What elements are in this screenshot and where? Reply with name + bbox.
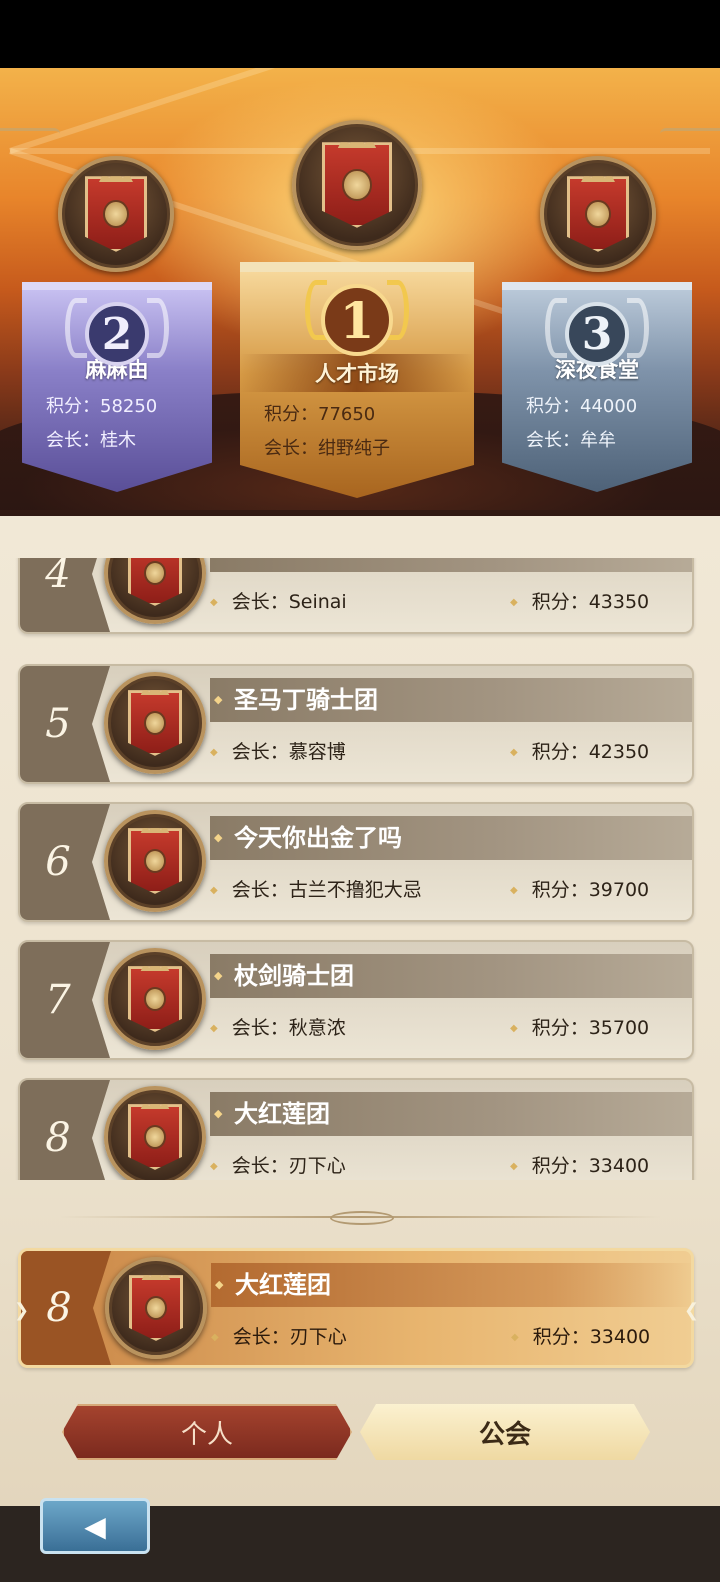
list-item[interactable]: 7 杖剑骑士团 会长：秋意浓 积分：35700	[18, 940, 694, 1060]
laurel-icon	[545, 298, 567, 358]
rank-number: 8	[20, 1080, 110, 1180]
rank-badge: 3	[565, 302, 629, 366]
guild-score: 积分：44000	[526, 396, 638, 417]
tab-personal[interactable]: 个人	[62, 1404, 352, 1460]
back-arrow-icon: ◀	[84, 1509, 106, 1543]
guild-emblem-rank-1[interactable]	[292, 120, 422, 250]
guild-leader: 会长：秋意浓	[210, 1010, 346, 1047]
guild-leader: 会长：Seinai	[210, 584, 347, 621]
guild-name: 今天你出金了吗	[210, 816, 692, 860]
status-bar	[0, 0, 720, 68]
guild-emblem	[104, 948, 206, 1050]
guild-score: 积分：33400	[510, 1148, 649, 1180]
guild-name: 人才市场	[240, 354, 474, 392]
ranking-panel: 4 会长：Seinai 积分：43350 5 圣马丁骑士团 会长：慕容博 积分：…	[0, 516, 720, 1506]
guild-name	[210, 558, 692, 572]
podium-area: 2 麻麻由 积分：58250 会长：桂木 1 人才市场 积分：77650 会长：…	[0, 68, 720, 530]
divider	[60, 1211, 660, 1225]
laurel-icon	[65, 298, 87, 358]
guild-score: 积分：58250	[46, 396, 158, 417]
rank-number: 6	[20, 804, 110, 920]
back-button[interactable]: ◀	[40, 1498, 150, 1554]
guild-score: 积分：33400	[511, 1319, 650, 1356]
list-item[interactable]: 8 大红莲团 会长：刃下心 积分：33400	[18, 1078, 694, 1180]
guild-emblem	[104, 810, 206, 912]
guild-leader: 会长：刃下心	[211, 1319, 347, 1356]
guild-leader: 会长：牟牟	[526, 430, 616, 451]
rank-number: 5	[20, 666, 110, 782]
guild-score: 积分：39700	[510, 872, 649, 909]
rank-number: 4	[20, 558, 110, 632]
rank-number: 8	[21, 1251, 111, 1365]
guild-emblem	[104, 1086, 206, 1180]
guild-leader: 会长：桂木	[46, 430, 136, 451]
ranking-list[interactable]: 4 会长：Seinai 积分：43350 5 圣马丁骑士团 会长：慕容博 积分：…	[0, 558, 720, 1180]
corner-ornament	[660, 128, 720, 188]
rank-number: 7	[20, 942, 110, 1058]
corner-ornament	[0, 128, 60, 188]
guild-leader: 会长：刃下心	[210, 1148, 346, 1180]
podium-card-rank-3[interactable]: 3 深夜食堂 积分：44000 会长：牟牟	[502, 282, 692, 492]
laurel-icon	[627, 298, 649, 358]
guild-emblem-rank-2[interactable]	[58, 156, 174, 272]
list-item[interactable]: 5 圣马丁骑士团 会长：慕容博 积分：42350	[18, 664, 694, 784]
rank-badge: 1	[321, 284, 393, 356]
my-guild-row[interactable]: 8 大红莲团 会长：刃下心 积分：33400	[18, 1248, 694, 1368]
ranking-tabs: 个人 公会	[52, 1404, 668, 1464]
podium-card-rank-1[interactable]: 1 人才市场 积分：77650 会长：绀野纯子	[240, 262, 474, 498]
guild-name: 圣马丁骑士团	[210, 678, 692, 722]
guild-name: 杖剑骑士团	[210, 954, 692, 998]
laurel-icon	[147, 298, 169, 358]
guild-score: 积分：35700	[510, 1010, 649, 1047]
guild-score: 积分：42350	[510, 734, 649, 771]
guild-leader: 会长：古兰不撸犯大忌	[210, 872, 422, 909]
rank-badge: 2	[85, 302, 149, 366]
guild-name: 大红莲团	[211, 1263, 691, 1307]
guild-score: 积分：43350	[510, 584, 649, 621]
guild-score: 积分：77650	[264, 404, 376, 425]
chevron-right-icon: ❯	[14, 1300, 30, 1321]
guild-name: 大红莲团	[210, 1092, 692, 1136]
chevron-left-icon: ❮	[684, 1300, 700, 1321]
guild-emblem	[104, 672, 206, 774]
guild-emblem-rank-3[interactable]	[540, 156, 656, 272]
list-item[interactable]: 4 会长：Seinai 积分：43350	[18, 558, 694, 634]
podium-card-rank-2[interactable]: 2 麻麻由 积分：58250 会长：桂木	[22, 282, 212, 492]
guild-emblem	[104, 558, 206, 624]
guild-emblem	[105, 1257, 207, 1359]
list-item[interactable]: 6 今天你出金了吗 会长：古兰不撸犯大忌 积分：39700	[18, 802, 694, 922]
guild-leader: 会长：慕容博	[210, 734, 346, 771]
tab-guild[interactable]: 公会	[360, 1404, 650, 1460]
guild-leader: 会长：绀野纯子	[264, 438, 390, 459]
